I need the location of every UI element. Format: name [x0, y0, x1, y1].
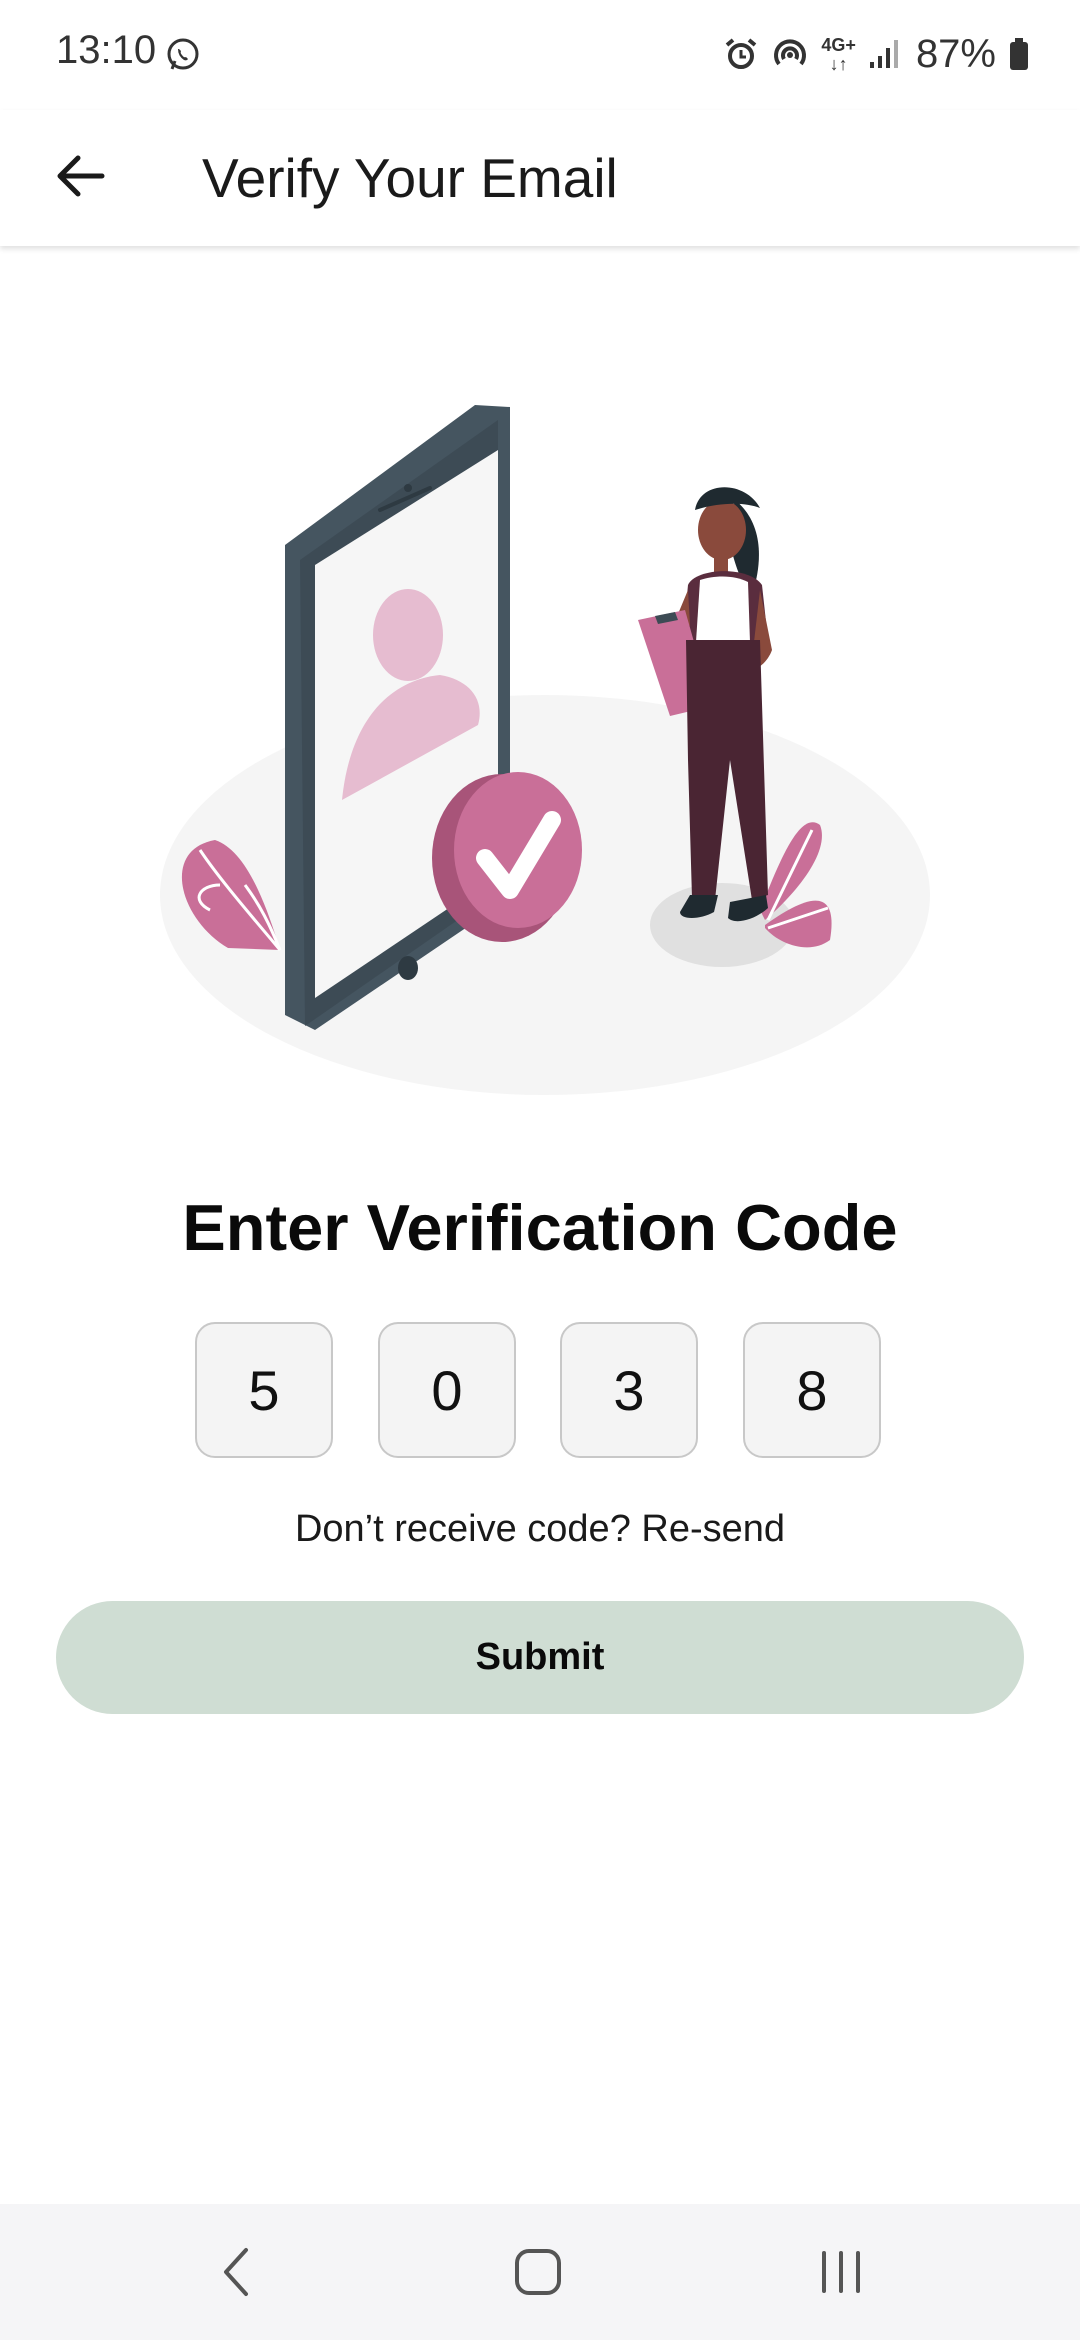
resend-prompt: Don’t receive code? [294, 1508, 631, 1550]
alarm-icon [726, 38, 757, 69]
hotspot-icon [774, 39, 807, 66]
back-nav-icon [224, 2248, 248, 2296]
code-digit-4[interactable]: 8 [743, 1322, 881, 1458]
home-nav-icon [515, 2249, 561, 2295]
battery-icon [1010, 38, 1028, 70]
status-icons: 4G+ ↓↑ 87% [711, 28, 1030, 80]
resend-link[interactable]: Re-send [641, 1508, 785, 1550]
page-title: Verify Your Email [202, 147, 618, 209]
profile-head [373, 589, 443, 681]
app-bar: Verify Your Email [0, 110, 1080, 246]
code-digit-1[interactable]: 5 [195, 1322, 333, 1458]
battery-percentage: 87% [915, 31, 996, 76]
verification-heading: Enter Verification Code [182, 1191, 898, 1264]
nav-recents-button[interactable] [801, 2236, 881, 2308]
system-nav-bar [0, 2204, 1080, 2340]
signal-icon [869, 40, 898, 68]
nav-back-button[interactable] [196, 2236, 276, 2308]
submit-button[interactable]: Submit [56, 1601, 1024, 1714]
recents-nav-icon [822, 2251, 860, 2293]
arrow-left-icon [57, 155, 105, 197]
code-digit-2[interactable]: 0 [378, 1322, 516, 1458]
code-digit-3[interactable]: 3 [560, 1322, 698, 1458]
network-4g-icon: 4G+ ↓↑ [821, 35, 856, 74]
status-bar: 13:10 4G+ ↓↑ 87% [0, 0, 1080, 110]
whatsapp-icon [167, 38, 199, 70]
resend-line: Don’t receive code? Re-send [0, 1508, 1080, 1551]
status-time: 13:10 [56, 28, 157, 72]
network-type-label: 4G+ [821, 35, 856, 55]
verification-illustration [160, 405, 930, 1095]
back-button[interactable] [40, 136, 120, 216]
nav-home-button[interactable] [498, 2236, 578, 2308]
submit-label: Submit [475, 1636, 605, 1678]
code-input-row: 5 0 3 8 [195, 1322, 885, 1462]
